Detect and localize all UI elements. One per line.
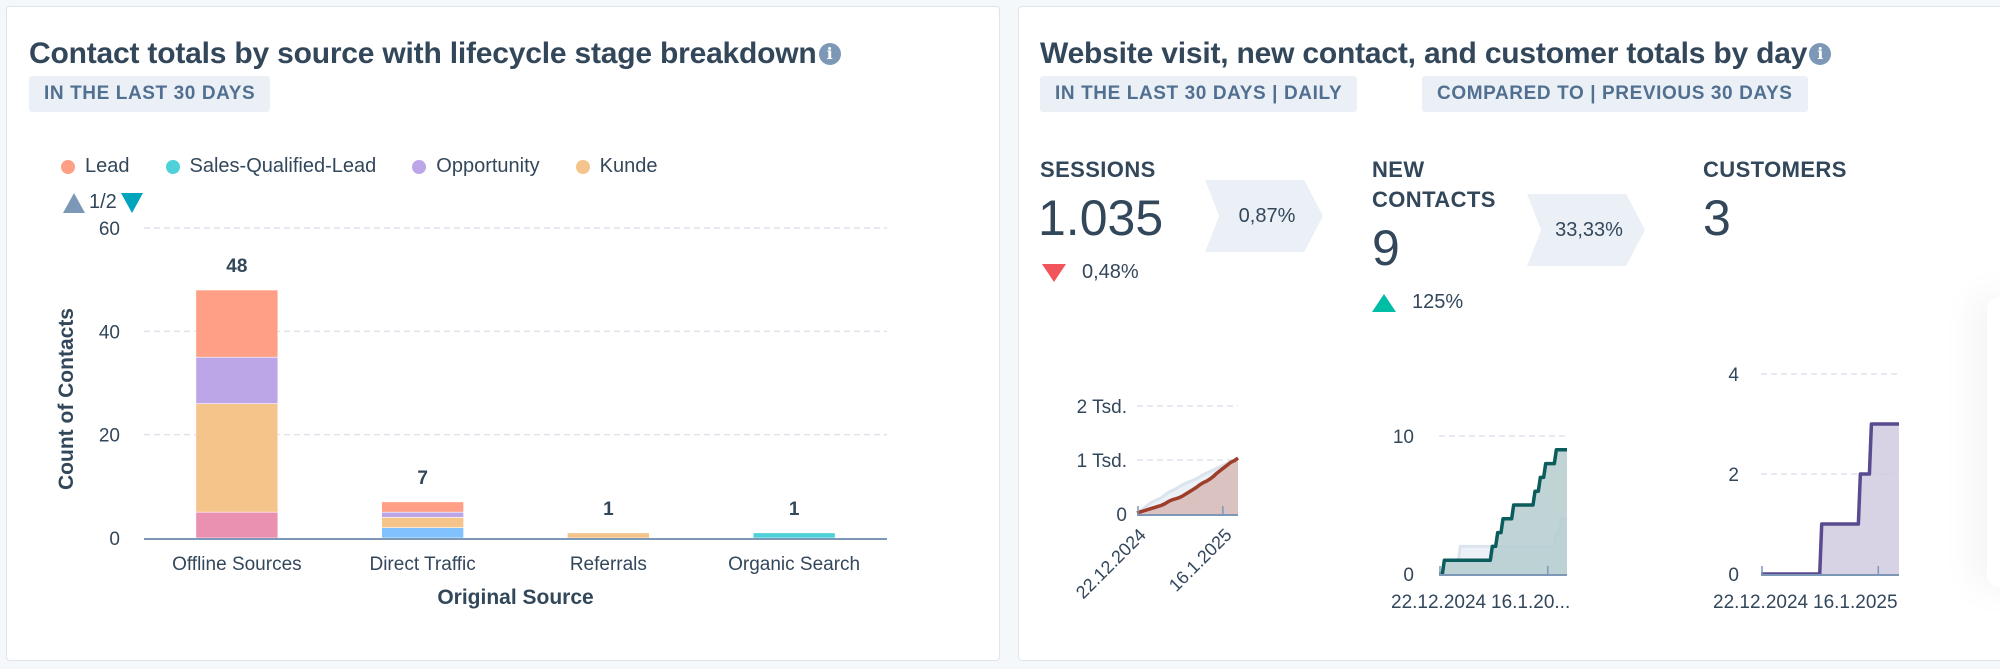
- bar-total-label: 1: [789, 499, 800, 520]
- x-tick-label: Organic Search: [728, 554, 860, 575]
- bar-segment: [195, 356, 279, 404]
- x-tick-label: Direct Traffic: [369, 554, 475, 575]
- bar-segment: [381, 501, 464, 513]
- website-totals-card: Website visit, new contact, and customer…: [1018, 6, 2000, 661]
- x-tick-label: Offline Sources: [172, 554, 302, 575]
- x-tick-label: Referrals: [570, 554, 647, 575]
- y-tick-label: 20: [99, 426, 120, 447]
- bar-segment: [381, 517, 464, 528]
- current-area: [1761, 424, 1899, 574]
- bar-total-label: 48: [226, 256, 247, 277]
- x-tick-label: 22.12.2024: [1391, 592, 1487, 613]
- bar-segment: [195, 511, 279, 539]
- contact-totals-card: Contact totals by source with lifecycle …: [6, 6, 1000, 661]
- x-axis-title: Original Source: [437, 586, 593, 609]
- y-tick-label: 0: [1728, 565, 1739, 586]
- x-tick-label: 22.12.2024: [1072, 525, 1150, 603]
- bar-segment: [381, 511, 464, 518]
- x-tick-label: 16.1.2025: [1165, 525, 1236, 596]
- side-panel-edge: [1987, 297, 2000, 587]
- mini-area-charts: 01 Tsd.2 Tsd.22.12.2024 16.1.2025 01022.12…: [1072, 365, 1899, 613]
- y-tick-label: 40: [99, 322, 120, 343]
- bar-total-label: 7: [417, 468, 428, 489]
- y-tick-label: 2 Tsd.: [1077, 397, 1127, 418]
- y-tick-label: 60: [99, 219, 120, 240]
- y-tick-label: 0: [109, 529, 120, 550]
- bar-segment: [567, 532, 650, 539]
- bar-total-label: 1: [603, 499, 614, 520]
- y-tick-label: 2: [1728, 465, 1739, 486]
- y-axis-title: Count of Contacts: [55, 308, 78, 490]
- bar-segment: [195, 289, 279, 358]
- y-tick-label: 0: [1116, 505, 1127, 526]
- bar-segment: [752, 532, 836, 539]
- x-tick-label: 16.1.20...: [1491, 592, 1570, 613]
- bar-segment: [381, 527, 464, 539]
- y-tick-label: 1 Tsd.: [1077, 451, 1127, 472]
- y-tick-label: 4: [1728, 365, 1739, 386]
- stacked-bar-chart: 0 20 40 60 48 Offline Sources 7 Direct Traffic 1…: [55, 219, 887, 609]
- x-tick-label: 22.12.2024: [1713, 592, 1809, 613]
- y-tick-label: 0: [1403, 565, 1414, 586]
- x-tick-label: 16.1.2025: [1813, 592, 1898, 613]
- bar-segment: [195, 403, 279, 513]
- y-tick-label: 10: [1393, 427, 1414, 448]
